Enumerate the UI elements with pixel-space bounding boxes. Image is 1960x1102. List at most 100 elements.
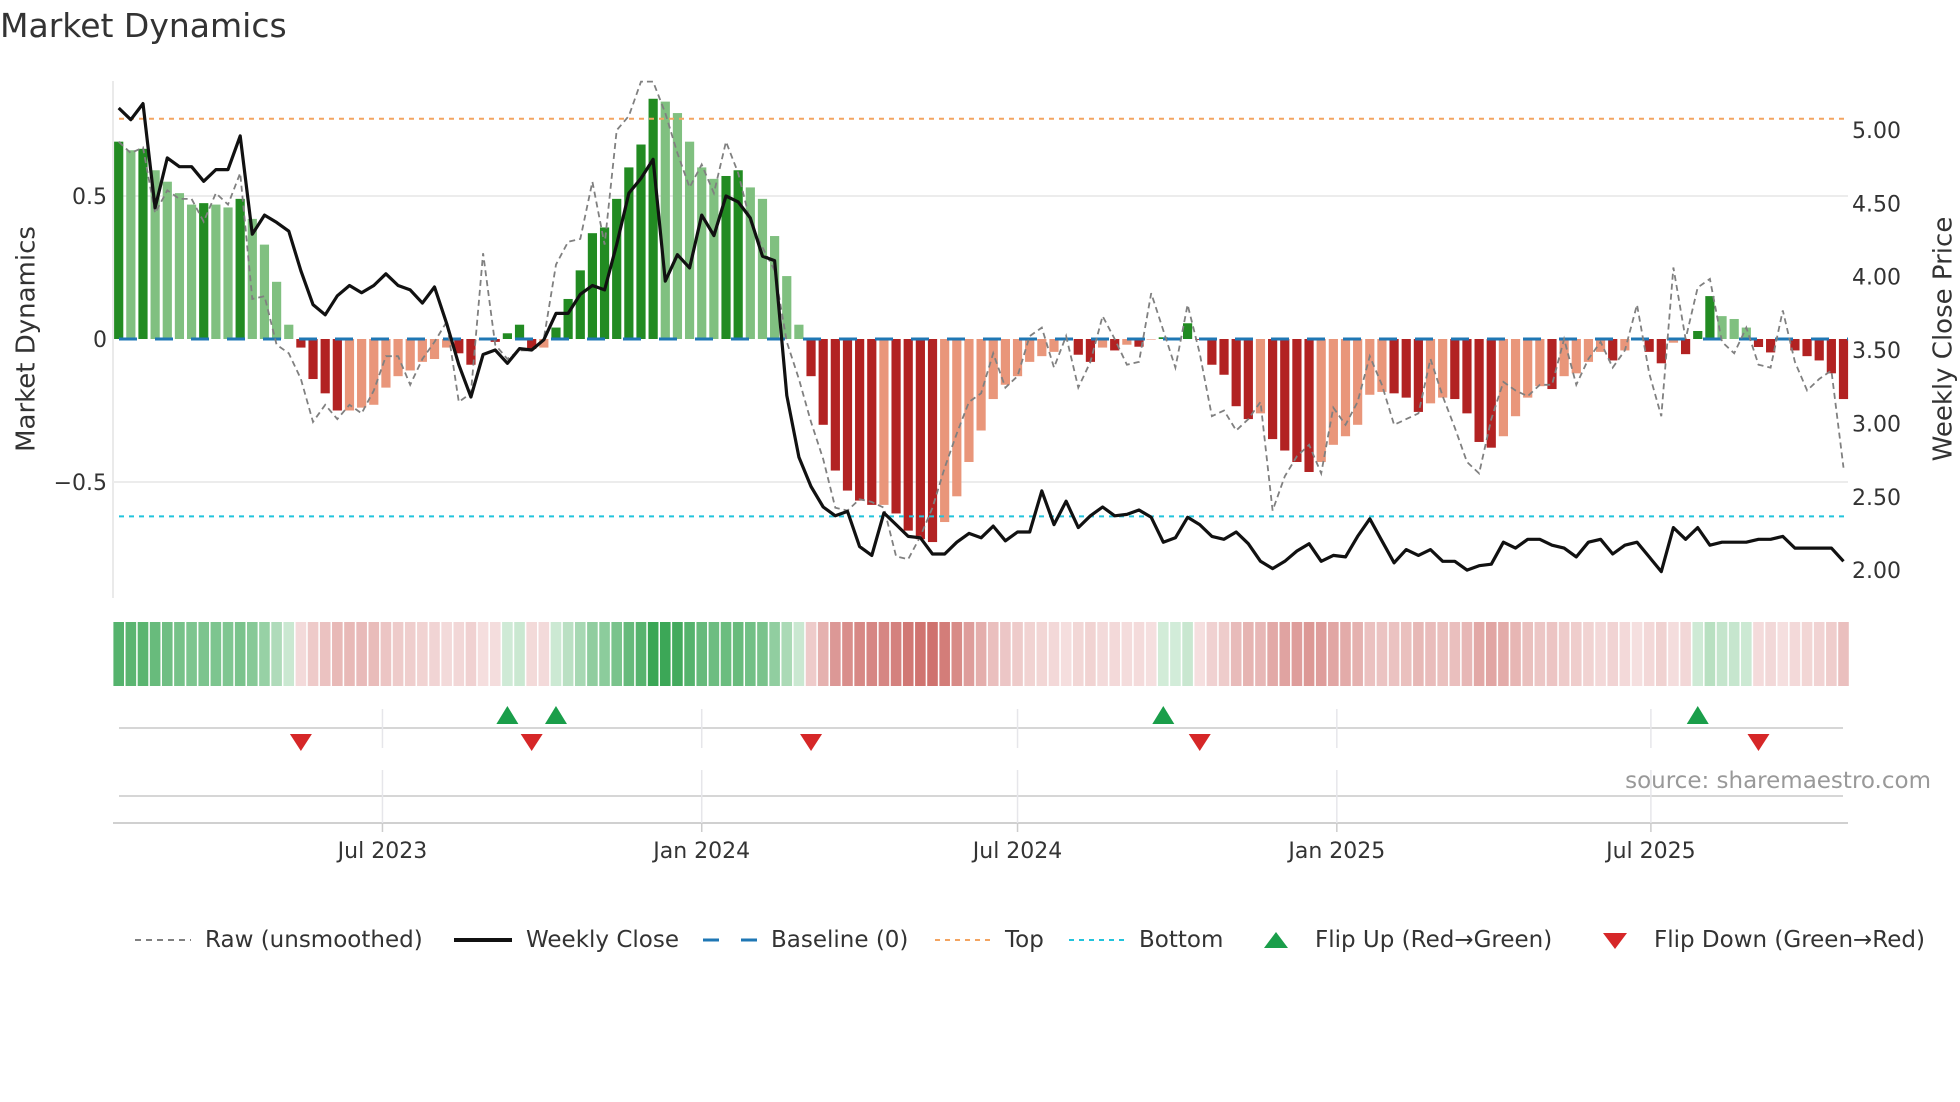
bar [369, 339, 379, 405]
heat-cell [441, 622, 452, 686]
heat-cell [1060, 622, 1072, 686]
bar [1474, 339, 1484, 442]
heat-strip [113, 622, 1849, 686]
series-lines [117, 80, 1845, 574]
y2-axis-label: Weekly Close Price [1929, 217, 1959, 462]
heat-cell [550, 622, 562, 686]
heat-cell [1352, 622, 1363, 686]
heat-cell [1303, 622, 1315, 686]
flip-down-marker [520, 734, 543, 751]
bar [1498, 339, 1508, 437]
heat-cell [1170, 622, 1181, 686]
bar [855, 339, 865, 501]
bar [1037, 339, 1047, 357]
legend-item-flip-down: Flip Down (Green→Red) [1602, 924, 1925, 956]
heat-cell [769, 622, 780, 686]
bar [1389, 339, 1399, 394]
heat-cell [1036, 622, 1048, 686]
bar [259, 244, 270, 339]
heat-cell [1498, 622, 1509, 686]
heat-cell [951, 622, 963, 686]
heat-cell [1097, 622, 1108, 686]
heat-cell [963, 622, 975, 686]
heat-cell [890, 622, 902, 686]
heat-cell [720, 622, 732, 686]
bar [952, 339, 962, 497]
heat-cell [1340, 622, 1351, 686]
bar [940, 339, 950, 523]
heat-cell [1558, 622, 1570, 686]
heat-cell [1595, 622, 1606, 686]
bar [1049, 339, 1059, 352]
y2-tick-label: 2.50 [1852, 486, 1901, 511]
bar [1705, 296, 1715, 339]
heat-cell [866, 622, 878, 686]
x-tick-label: Jan 2025 [1286, 839, 1385, 864]
bar [1535, 339, 1545, 387]
heat-cell [1291, 622, 1303, 686]
bar [1680, 339, 1691, 355]
heat-cell [1109, 622, 1121, 686]
heat-cell [878, 622, 890, 686]
heat-cell [1437, 622, 1448, 686]
heat-cell [1255, 622, 1266, 686]
bar [818, 339, 828, 425]
bar [235, 198, 245, 339]
source-note: source: sharemaestro.com [1625, 768, 1931, 794]
bar [612, 198, 622, 339]
heat-cell [1728, 622, 1740, 686]
dashed-line-icon [135, 939, 191, 941]
bar [1486, 339, 1496, 448]
bar [1207, 339, 1217, 365]
bar [551, 327, 561, 339]
heat-cell [842, 622, 853, 686]
bar [1292, 339, 1302, 462]
bar [988, 339, 998, 400]
heat-cell [562, 622, 574, 686]
heat-cell [1461, 622, 1473, 686]
heat-cell [793, 622, 805, 686]
heat-cell [1534, 622, 1546, 686]
heat-cell [502, 622, 513, 686]
y2-tick-label: 2.00 [1852, 559, 1901, 584]
heat-cell [465, 622, 477, 686]
heat-cell [1085, 622, 1096, 686]
heat-cell [1315, 622, 1327, 686]
bars [114, 98, 1849, 543]
heat-cell [477, 622, 489, 686]
heat-cell [1072, 622, 1084, 686]
heat-cell [805, 622, 817, 686]
heat-cell [1741, 622, 1752, 686]
heat-cell [1012, 622, 1023, 686]
flip-down-marker [1747, 734, 1770, 751]
bar [915, 339, 925, 540]
bar [1231, 339, 1241, 407]
bar [1571, 339, 1581, 374]
bar [782, 276, 792, 339]
legend-item-bottom: Bottom [1069, 924, 1223, 956]
heat-cell [817, 622, 829, 686]
y2-tick-label: 4.50 [1852, 192, 1901, 217]
flip-down-marker [1188, 734, 1211, 751]
legend-label: Flip Down (Green→Red) [1654, 927, 1925, 953]
bar [1353, 339, 1363, 425]
bar [502, 333, 512, 339]
bar [1729, 318, 1739, 339]
heat-cell [247, 622, 258, 686]
heat-cell [1813, 622, 1825, 686]
heat-cell [222, 622, 234, 686]
heat-cell [599, 622, 610, 686]
bar [733, 170, 743, 339]
bar [879, 339, 889, 505]
heat-cell [1279, 622, 1291, 686]
bar [794, 324, 804, 339]
bar [927, 339, 938, 543]
heat-cell [1583, 622, 1594, 686]
legend-label: Baseline (0) [771, 927, 909, 953]
heat-cell [611, 622, 623, 686]
heat-cell [295, 622, 307, 686]
heat-cell [319, 622, 331, 686]
heat-cell [149, 622, 161, 686]
y-tick-label: 0 [93, 328, 107, 353]
heat-cell [745, 622, 756, 686]
